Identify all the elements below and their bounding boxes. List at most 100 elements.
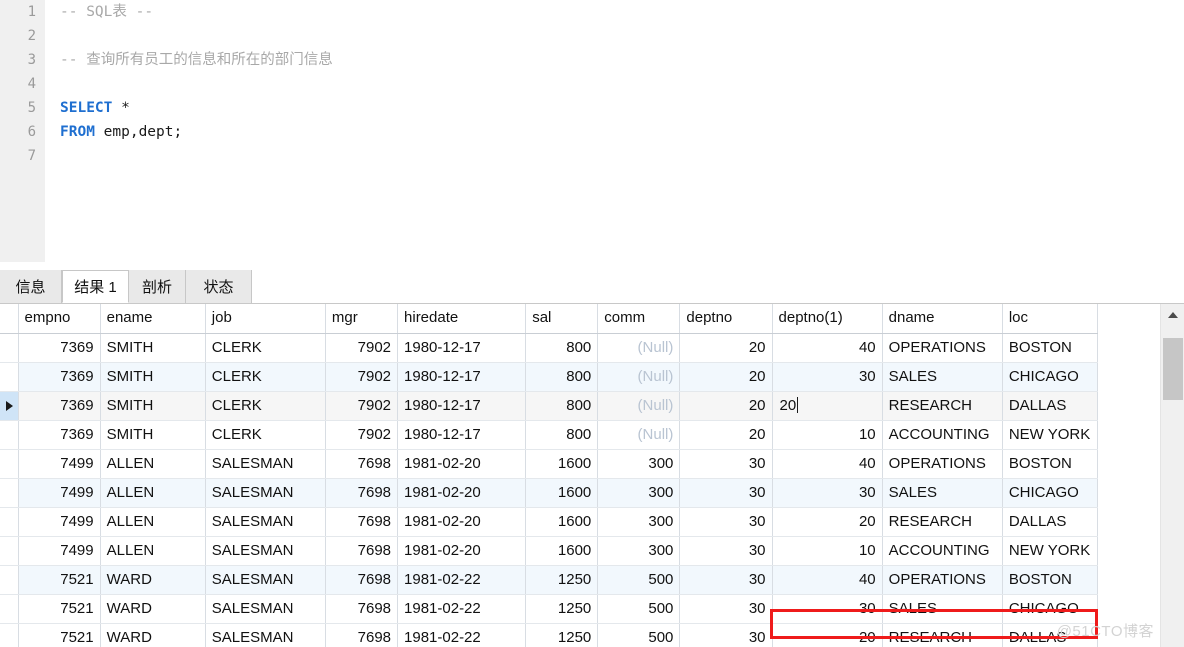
cell-dname[interactable]: SALES <box>882 362 1002 391</box>
code-line-2[interactable] <box>60 24 1184 48</box>
row-marker[interactable] <box>0 333 18 362</box>
cell-ename[interactable]: ALLEN <box>100 478 205 507</box>
cell-mgr[interactable]: 7698 <box>325 565 397 594</box>
table-row[interactable]: 7499ALLENSALESMAN76981981-02-20160030030… <box>0 507 1098 536</box>
code-line-5[interactable]: SELECT * <box>60 96 1184 120</box>
row-marker[interactable] <box>0 594 18 623</box>
code-line-3[interactable]: -- 查询所有员工的信息和所在的部门信息 <box>60 48 1184 72</box>
cell-deptno1[interactable]: 40 <box>772 333 882 362</box>
cell-empno[interactable]: 7499 <box>18 536 100 565</box>
row-marker[interactable] <box>0 449 18 478</box>
cell-hiredate[interactable]: 1981-02-22 <box>398 623 526 647</box>
cell-deptno[interactable]: 30 <box>680 594 772 623</box>
row-marker[interactable] <box>0 391 18 420</box>
cell-ename[interactable]: WARD <box>100 623 205 647</box>
cell-dname[interactable]: RESEARCH <box>882 623 1002 647</box>
cell-ename[interactable]: ALLEN <box>100 536 205 565</box>
cell-ename[interactable]: SMITH <box>100 362 205 391</box>
grid-scroll-viewport[interactable]: empnoenamejobmgrhiredatesalcommdeptnodep… <box>0 304 1160 647</box>
cell-mgr[interactable]: 7698 <box>325 478 397 507</box>
cell-deptno[interactable]: 20 <box>680 362 772 391</box>
cell-job[interactable]: SALESMAN <box>205 594 325 623</box>
grid-vertical-scrollbar[interactable] <box>1160 304 1184 647</box>
cell-sal[interactable]: 1250 <box>526 594 598 623</box>
cell-loc[interactable]: DALLAS <box>1002 507 1097 536</box>
cell-empno[interactable]: 7499 <box>18 507 100 536</box>
cell-loc[interactable]: CHICAGO <box>1002 362 1097 391</box>
cell-deptno1-editing[interactable]: 20 <box>772 391 882 420</box>
cell-job[interactable]: CLERK <box>205 420 325 449</box>
cell-hiredate[interactable]: 1980-12-17 <box>398 420 526 449</box>
row-marker[interactable] <box>0 565 18 594</box>
cell-deptno1[interactable]: 40 <box>772 565 882 594</box>
column-header-dname[interactable]: dname <box>882 304 1002 333</box>
cell-empno[interactable]: 7499 <box>18 478 100 507</box>
cell-ename[interactable]: ALLEN <box>100 507 205 536</box>
cell-empno[interactable]: 7521 <box>18 623 100 647</box>
table-row[interactable]: 7521WARDSALESMAN76981981-02-221250500303… <box>0 594 1098 623</box>
cell-deptno1[interactable]: 20 <box>772 507 882 536</box>
column-header-empno[interactable]: empno <box>18 304 100 333</box>
cell-hiredate[interactable]: 1981-02-22 <box>398 594 526 623</box>
cell-job[interactable]: CLERK <box>205 362 325 391</box>
cell-deptno[interactable]: 30 <box>680 507 772 536</box>
cell-loc[interactable]: BOSTON <box>1002 449 1097 478</box>
cell-comm[interactable]: (Null) <box>598 420 680 449</box>
cell-sal[interactable]: 1600 <box>526 449 598 478</box>
cell-hiredate[interactable]: 1980-12-17 <box>398 362 526 391</box>
cell-mgr[interactable]: 7698 <box>325 594 397 623</box>
cell-sal[interactable]: 1600 <box>526 478 598 507</box>
cell-mgr[interactable]: 7902 <box>325 333 397 362</box>
cell-mgr[interactable]: 7698 <box>325 449 397 478</box>
cell-comm[interactable]: (Null) <box>598 362 680 391</box>
tab-status[interactable]: 状态 <box>186 270 252 303</box>
cell-loc[interactable]: NEW YORK <box>1002 536 1097 565</box>
row-marker[interactable] <box>0 623 18 647</box>
table-row[interactable]: 7499ALLENSALESMAN76981981-02-20160030030… <box>0 536 1098 565</box>
table-row[interactable]: 7369SMITHCLERK79021980-12-17800(Null)203… <box>0 362 1098 391</box>
cell-dname[interactable]: OPERATIONS <box>882 565 1002 594</box>
column-header-job[interactable]: job <box>205 304 325 333</box>
column-header-hiredate[interactable]: hiredate <box>398 304 526 333</box>
cell-mgr[interactable]: 7698 <box>325 623 397 647</box>
cell-empno[interactable]: 7521 <box>18 565 100 594</box>
row-marker[interactable] <box>0 362 18 391</box>
cell-dname[interactable]: SALES <box>882 594 1002 623</box>
column-header-loc[interactable]: loc <box>1002 304 1097 333</box>
tab-result-1[interactable]: 结果 1 <box>62 270 129 303</box>
cell-empno[interactable]: 7521 <box>18 594 100 623</box>
cell-deptno[interactable]: 30 <box>680 623 772 647</box>
code-line-7[interactable] <box>60 144 1184 168</box>
cell-dname[interactable]: SALES <box>882 478 1002 507</box>
table-row[interactable]: 7369SMITHCLERK79021980-12-17800(Null)202… <box>0 391 1098 420</box>
table-row[interactable]: 7499ALLENSALESMAN76981981-02-20160030030… <box>0 449 1098 478</box>
cell-ename[interactable]: ALLEN <box>100 449 205 478</box>
cell-sal[interactable]: 800 <box>526 362 598 391</box>
column-header-ename[interactable]: ename <box>100 304 205 333</box>
row-marker[interactable] <box>0 420 18 449</box>
cell-deptno1[interactable]: 30 <box>772 594 882 623</box>
cell-sal[interactable]: 1250 <box>526 565 598 594</box>
cell-deptno[interactable]: 30 <box>680 536 772 565</box>
cell-mgr[interactable]: 7698 <box>325 507 397 536</box>
pane-divider[interactable] <box>0 262 1184 270</box>
table-row[interactable]: 7521WARDSALESMAN76981981-02-221250500304… <box>0 565 1098 594</box>
cell-deptno[interactable]: 30 <box>680 449 772 478</box>
cell-ename[interactable]: SMITH <box>100 333 205 362</box>
code-line-4[interactable] <box>60 72 1184 96</box>
cell-deptno[interactable]: 20 <box>680 420 772 449</box>
cell-empno[interactable]: 7499 <box>18 449 100 478</box>
cell-loc[interactable]: DALLAS <box>1002 391 1097 420</box>
cell-sal[interactable]: 800 <box>526 333 598 362</box>
cell-comm[interactable]: 300 <box>598 449 680 478</box>
result-grid[interactable]: empnoenamejobmgrhiredatesalcommdeptnodep… <box>0 304 1184 647</box>
cell-deptno1[interactable]: 30 <box>772 478 882 507</box>
cell-job[interactable]: SALESMAN <box>205 449 325 478</box>
cell-job[interactable]: SALESMAN <box>205 507 325 536</box>
cell-job[interactable]: SALESMAN <box>205 565 325 594</box>
scroll-up-button[interactable] <box>1161 304 1184 326</box>
column-header-deptno1[interactable]: deptno(1) <box>772 304 882 333</box>
cell-deptno1[interactable]: 20 <box>772 623 882 647</box>
cell-hiredate[interactable]: 1981-02-20 <box>398 507 526 536</box>
cell-deptno[interactable]: 20 <box>680 333 772 362</box>
